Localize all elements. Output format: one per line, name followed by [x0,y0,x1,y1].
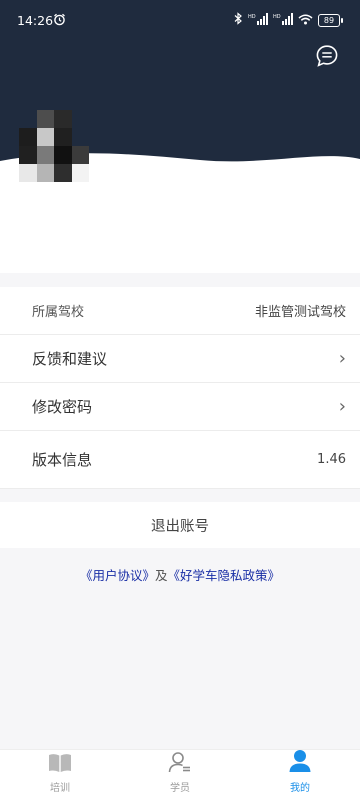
bottom-tab-bar: 培训 学员 我的 [0,749,360,800]
user-agreement-link[interactable]: 《用户协议》 [80,568,155,583]
school-label: 所属驾校 [32,305,85,320]
school-value: 非监管测试驾校 [254,305,346,320]
password-label: 修改密码 [32,398,93,416]
tab-training-label: 培训 [50,783,70,794]
person-icon [288,749,312,777]
avatar[interactable] [19,110,89,182]
school-card: 所属驾校 非监管测试驾校 反馈和建议 › 修改密码 › 版本信息 1.46 [0,287,360,489]
wifi-icon [298,13,313,28]
chevron-right-icon: › [338,348,346,369]
tab-students[interactable]: 学员 [120,750,240,800]
student-icon [168,751,192,777]
privacy-policy-link[interactable]: 《好学车隐私政策》 [168,568,281,583]
version-value: 1.46 [317,452,346,467]
version-row: 版本信息 1.46 [0,431,360,489]
signal-icon: HD [248,12,268,28]
version-label: 版本信息 [32,451,93,469]
tab-students-label: 学员 [170,783,190,794]
feedback-row[interactable]: 反馈和建议 › [0,335,360,383]
book-icon [48,753,72,777]
logout-button[interactable]: 退出账号 [0,502,360,548]
feedback-label: 反馈和建议 [32,350,108,368]
agreements-line: 《用户协议》及《好学车隐私政策》 [0,565,360,584]
agreements-connector: 及 [154,568,168,583]
logout-label: 退出账号 [151,518,209,535]
chevron-right-icon: › [338,396,346,417]
tab-training[interactable]: 培训 [0,750,120,800]
svg-text:HD: HD [273,14,281,20]
chat-bubble-icon[interactable] [315,44,339,72]
driving-school-row: 所属驾校 非监管测试驾校 [0,287,360,335]
signal-icon-2: HD [273,12,293,28]
tab-mine[interactable]: 我的 [240,750,360,800]
bluetooth-icon [234,12,243,28]
alarm-icon [53,13,66,29]
status-time: 14:26 [17,13,54,28]
status-bar: 14:26 HD HD 89 [0,0,360,40]
change-password-row[interactable]: 修改密码 › [0,383,360,431]
battery-icon: 89 [318,13,343,27]
svg-text:HD: HD [248,14,256,20]
tab-mine-label: 我的 [290,783,310,794]
